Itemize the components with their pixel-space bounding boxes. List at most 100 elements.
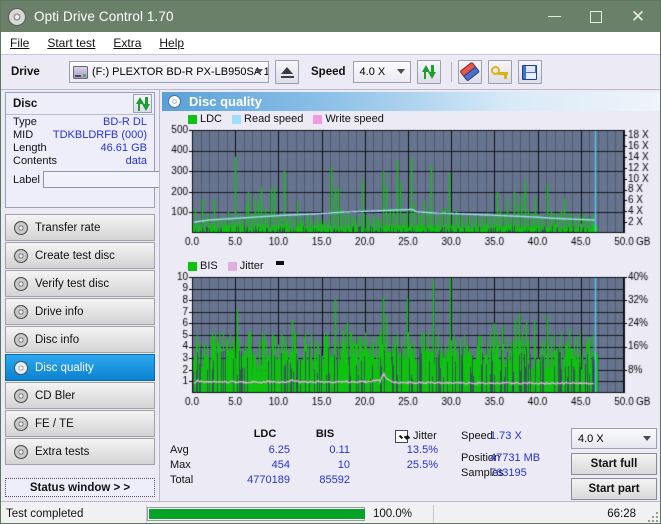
drive-select[interactable]: (F:) PLEXTOR BD-R PX-LB950SA 1.06 xyxy=(69,61,269,83)
stats-total-bis: 85592 xyxy=(319,474,350,486)
sidebar-item-create-test-disc[interactable]: Create test disc xyxy=(5,242,155,269)
legend-swatch-read-speed xyxy=(232,114,242,124)
start-part-button[interactable]: Start part xyxy=(571,478,657,500)
stats-total-ldc: 4770189 xyxy=(247,474,290,486)
speed-select-value: 4.0 X xyxy=(359,66,386,78)
disc-row-mid: MID TDKBLDRFB (000) xyxy=(6,128,154,141)
title-bar: Opti Drive Control 1.70 ✕ xyxy=(1,1,660,32)
disc-icon xyxy=(14,248,28,263)
test-speed-value: 4.0 X xyxy=(578,432,604,445)
disc-contents-value: data xyxy=(125,155,147,167)
menu-file-label: File xyxy=(10,36,30,50)
legend-swatch-write-speed xyxy=(313,114,323,124)
eject-button[interactable] xyxy=(275,60,299,84)
toolbar-divider xyxy=(450,62,452,82)
disc-icon xyxy=(14,332,28,347)
close-button[interactable]: ✕ xyxy=(618,1,658,32)
menu-item-file[interactable]: File xyxy=(1,36,38,50)
menu-help-label: Help xyxy=(159,36,185,50)
minimize-button[interactable] xyxy=(534,1,574,32)
menu-item-start-test[interactable]: Start test xyxy=(38,36,104,50)
stats-jitter-avg: 13.5% xyxy=(406,444,438,456)
drive-icon xyxy=(73,65,88,79)
legend-swatch-ldc xyxy=(188,114,197,124)
disc-length-value: 46.61 GB xyxy=(100,142,147,154)
save-button[interactable] xyxy=(517,60,542,84)
elapsed-time: 66:28 xyxy=(607,507,636,520)
stats-row-total-label: Total xyxy=(170,474,194,486)
sidebar-item-label: Disc info xyxy=(35,333,80,346)
disc-icon xyxy=(14,220,28,235)
sidebar-item-label: Verify test disc xyxy=(35,277,110,290)
speed-label: Speed xyxy=(311,66,346,78)
disc-label-key: Label xyxy=(13,173,40,186)
disc-mid-key: MID xyxy=(13,129,34,141)
refresh-icon xyxy=(421,65,436,79)
sidebar-item-verify-test-disc[interactable]: Verify test disc xyxy=(5,270,155,297)
sidebar: Disc Type BD-R DL MID TDKBLDRFB (000) Le… xyxy=(1,90,216,501)
refresh-button[interactable] xyxy=(416,60,441,84)
menu-item-extra[interactable]: Extra xyxy=(104,36,150,50)
erase-button[interactable] xyxy=(457,60,482,84)
stats-avg-bis: 0.11 xyxy=(329,444,350,456)
menu-start-test-label: Start test xyxy=(47,36,96,50)
sidebar-item-disc-info[interactable]: Disc info xyxy=(5,326,155,353)
resize-grip[interactable] xyxy=(648,512,658,522)
eraser-icon xyxy=(458,61,480,83)
stats-position-value: 47731 MB xyxy=(490,452,541,464)
sidebar-item-drive-info[interactable]: Drive info xyxy=(5,298,155,325)
sidebar-item-cd-bler[interactable]: CD Bler xyxy=(5,382,155,409)
app-window: Opti Drive Control 1.70 ✕ File Start tes… xyxy=(0,0,661,524)
ldc-chart-canvas xyxy=(160,124,660,250)
test-speed-select[interactable]: 4.0 X xyxy=(571,428,657,449)
progress-bar-fill xyxy=(149,508,365,519)
refresh-icon xyxy=(135,96,150,111)
menu-item-help[interactable]: Help xyxy=(150,36,193,50)
stats-header-ldc: LDC xyxy=(253,428,277,440)
drive-label: Drive xyxy=(11,66,40,78)
sidebar-item-label: FE / TE xyxy=(35,417,74,430)
chevron-down-icon xyxy=(643,436,651,441)
disc-row-contents: Contents data xyxy=(6,154,154,167)
jitter-checkbox[interactable] xyxy=(395,430,408,443)
stats-speed-label: Speed xyxy=(461,430,493,442)
disc-panel-title: Disc xyxy=(13,97,38,110)
stats-speed-value: 1.73 X xyxy=(490,430,522,442)
disc-refresh-button[interactable] xyxy=(133,94,152,113)
ldc-chart xyxy=(160,124,660,250)
sidebar-item-transfer-rate[interactable]: Transfer rate xyxy=(5,214,155,241)
stats-max-bis: 10 xyxy=(337,459,350,471)
window-title: Opti Drive Control 1.70 xyxy=(34,9,174,24)
legend-marker-icon xyxy=(275,261,284,265)
minimize-icon xyxy=(547,15,561,18)
sidebar-item-label: Create test disc xyxy=(35,249,115,262)
panel-title: Disc quality xyxy=(189,94,262,109)
sidebar-item-disc-quality[interactable]: Disc quality xyxy=(5,354,155,381)
status-bar: Test completed 100.0% 66:28 xyxy=(1,501,660,523)
progress-percent: 100.0% xyxy=(373,507,413,520)
maximize-button[interactable] xyxy=(576,1,616,32)
disc-icon xyxy=(14,388,28,403)
maximize-icon xyxy=(590,10,602,23)
close-icon: ✕ xyxy=(630,7,646,26)
save-icon xyxy=(522,64,538,80)
speed-select[interactable]: 4.0 X xyxy=(352,61,411,83)
disc-contents-key: Contents xyxy=(13,155,58,167)
stats-row-max-label: Max xyxy=(170,459,191,471)
sidebar-item-label: CD Bler xyxy=(35,389,76,402)
stats-header-bis: BIS xyxy=(315,428,335,440)
bis-chart-canvas xyxy=(160,271,660,421)
stats-avg-ldc: 6.25 xyxy=(268,444,290,456)
disc-icon xyxy=(14,360,28,375)
disc-row-type: Type BD-R DL xyxy=(6,115,154,128)
status-window-button[interactable]: Status window > > xyxy=(5,478,155,497)
sidebar-item-extra-tests[interactable]: Extra tests xyxy=(5,438,155,465)
disc-label-row: Label xyxy=(6,167,216,189)
key-button[interactable] xyxy=(487,60,512,84)
disc-type-key: Type xyxy=(13,116,37,128)
sidebar-item-fe-te[interactable]: FE / TE xyxy=(5,410,155,437)
disc-mid-value: TDKBLDRFB (000) xyxy=(52,129,147,141)
bis-chart xyxy=(160,271,660,421)
disc-panel-header: Disc xyxy=(6,93,154,115)
start-full-button[interactable]: Start full xyxy=(571,453,657,475)
